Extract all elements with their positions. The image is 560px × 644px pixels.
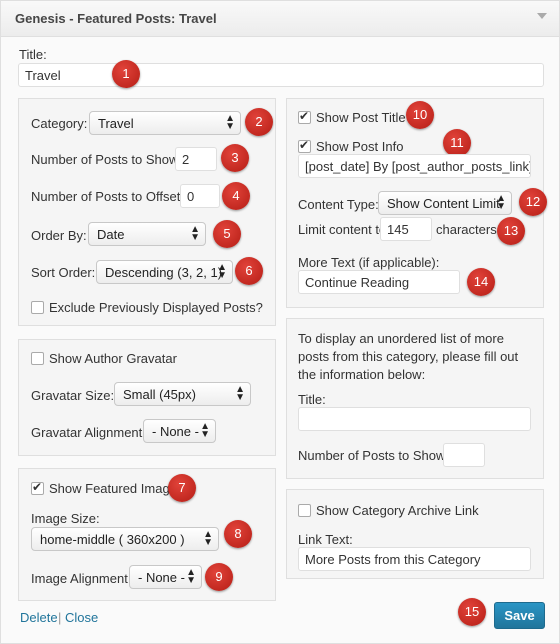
show-info-label: Show Post Info bbox=[316, 139, 404, 154]
image-align-label: Image Alignment: bbox=[31, 571, 132, 586]
more-posts-num-input[interactable] bbox=[443, 443, 485, 467]
show-title-checkbox[interactable] bbox=[298, 109, 311, 124]
select-arrows-icon: ▲ ▼ bbox=[225, 113, 235, 132]
image-align-value: - None - bbox=[138, 570, 185, 585]
annotation-badge-9: 9 bbox=[205, 563, 233, 591]
annotation-badge-6: 6 bbox=[235, 257, 263, 285]
gravatar-label: Show Author Gravatar bbox=[49, 351, 177, 366]
widget-header[interactable]: Genesis - Featured Posts: Travel bbox=[1, 1, 559, 37]
link-text-label: Link Text: bbox=[298, 532, 353, 547]
title-label: Title: bbox=[19, 47, 47, 62]
link-text-input[interactable]: More Posts from this Category bbox=[298, 547, 531, 571]
limit-input[interactable]: 145 bbox=[380, 217, 432, 241]
more-posts-description: To display an unordered list of more pos… bbox=[298, 331, 519, 382]
annotation-badge-12: 12 bbox=[519, 188, 547, 216]
limit-label: Limit content to bbox=[298, 222, 387, 237]
annotation-badge-8: 8 bbox=[224, 520, 252, 548]
gravatar-size-label: Gravatar Size: bbox=[31, 388, 115, 403]
gravatar-align-select[interactable]: - None - ▲ ▼ bbox=[143, 419, 216, 443]
num-posts-input[interactable]: 2 bbox=[175, 147, 217, 171]
order-by-label: Order By: bbox=[31, 228, 87, 243]
select-arrows-icon: ▲ ▼ bbox=[200, 421, 210, 440]
select-arrows-icon: ▲ ▼ bbox=[235, 384, 245, 403]
category-select[interactable]: Travel ▲ ▼ bbox=[89, 111, 241, 135]
more-text-input[interactable]: Continue Reading bbox=[298, 270, 460, 294]
featured-image-label: Show Featured Image bbox=[49, 481, 177, 496]
save-button[interactable]: Save bbox=[494, 602, 545, 629]
annotation-badge-15: 15 bbox=[458, 598, 486, 626]
more-posts-num-label: Number of Posts to Show: bbox=[298, 448, 450, 463]
annotation-badge-14: 14 bbox=[467, 268, 495, 296]
more-posts-title-input[interactable] bbox=[298, 407, 531, 431]
annotation-badge-10: 10 bbox=[406, 101, 434, 129]
annotation-badge-7: 7 bbox=[168, 474, 196, 502]
annotation-badge-2: 2 bbox=[245, 108, 273, 136]
order-by-select[interactable]: Date ▲ ▼ bbox=[88, 222, 206, 246]
annotation-badge-5: 5 bbox=[213, 220, 241, 248]
content-type-select[interactable]: Show Content Limit ▲ ▼ bbox=[378, 191, 512, 215]
annotation-badge-11: 11 bbox=[443, 129, 471, 157]
exclude-label: Exclude Previously Displayed Posts? bbox=[49, 300, 263, 315]
category-label: Category: bbox=[31, 116, 88, 131]
more-text-label: More Text (if applicable): bbox=[298, 255, 440, 270]
delete-link[interactable]: Delete bbox=[20, 610, 58, 625]
select-arrows-icon: ▲ ▼ bbox=[496, 193, 506, 212]
close-link[interactable]: Close bbox=[65, 610, 98, 625]
gravatar-size-value: Small (45px) bbox=[123, 387, 196, 402]
select-arrows-icon: ▲ ▼ bbox=[217, 262, 227, 281]
image-size-select[interactable]: home-middle ( 360x200 ) ▲ ▼ bbox=[31, 527, 219, 551]
sort-order-select[interactable]: Descending (3, 2, 1) ▲ ▼ bbox=[96, 260, 233, 284]
offset-label: Number of Posts to Offset: bbox=[31, 189, 184, 204]
annotation-badge-3: 3 bbox=[221, 144, 249, 172]
sort-order-label: Sort Order: bbox=[31, 265, 96, 280]
image-size-value: home-middle ( 360x200 ) bbox=[40, 532, 185, 547]
footer-separator: | bbox=[58, 610, 62, 625]
offset-input[interactable]: 0 bbox=[180, 184, 220, 208]
limit-suffix: characters bbox=[436, 222, 497, 237]
content-type-value: Show Content Limit bbox=[387, 196, 500, 211]
archive-label: Show Category Archive Link bbox=[316, 503, 479, 518]
image-size-label: Image Size: bbox=[31, 511, 100, 526]
select-arrows-icon: ▲ ▼ bbox=[186, 567, 196, 586]
featured-image-checkbox[interactable] bbox=[31, 480, 44, 495]
show-info-checkbox[interactable] bbox=[298, 138, 311, 153]
sort-order-value: Descending (3, 2, 1) bbox=[105, 265, 223, 280]
image-align-select[interactable]: - None - ▲ ▼ bbox=[129, 565, 202, 589]
num-posts-label: Number of Posts to Show: bbox=[31, 152, 183, 167]
annotation-badge-4: 4 bbox=[222, 182, 250, 210]
gravatar-size-select[interactable]: Small (45px) ▲ ▼ bbox=[114, 382, 251, 406]
widget-title: Genesis - Featured Posts: Travel bbox=[15, 11, 217, 26]
gravatar-align-label: Gravatar Alignment: bbox=[31, 425, 146, 440]
gravatar-checkbox[interactable] bbox=[31, 352, 44, 365]
post-info-input[interactable]: [post_date] By [post_author_posts_link] … bbox=[298, 154, 531, 178]
select-arrows-icon: ▲ ▼ bbox=[190, 224, 200, 243]
widget-title-sub: Travel bbox=[179, 11, 217, 26]
annotation-badge-1: 1 bbox=[112, 60, 140, 88]
annotation-badge-13: 13 bbox=[497, 217, 525, 245]
more-posts-title-label: Title: bbox=[298, 392, 326, 407]
title-input[interactable]: Travel bbox=[18, 63, 544, 87]
archive-checkbox[interactable] bbox=[298, 504, 311, 517]
widget-container: Genesis - Featured Posts: Travel Title: … bbox=[0, 0, 560, 644]
exclude-checkbox[interactable] bbox=[31, 301, 44, 314]
content-type-label: Content Type: bbox=[298, 197, 379, 212]
gravatar-align-value: - None - bbox=[152, 424, 199, 439]
toggle-arrow-icon[interactable] bbox=[537, 13, 547, 19]
select-arrows-icon: ▲ ▼ bbox=[203, 529, 213, 548]
order-by-value: Date bbox=[97, 227, 125, 242]
show-title-label: Show Post Title bbox=[316, 110, 406, 125]
category-value: Travel bbox=[98, 116, 134, 131]
widget-title-prefix: Genesis - Featured Posts: bbox=[15, 11, 176, 26]
